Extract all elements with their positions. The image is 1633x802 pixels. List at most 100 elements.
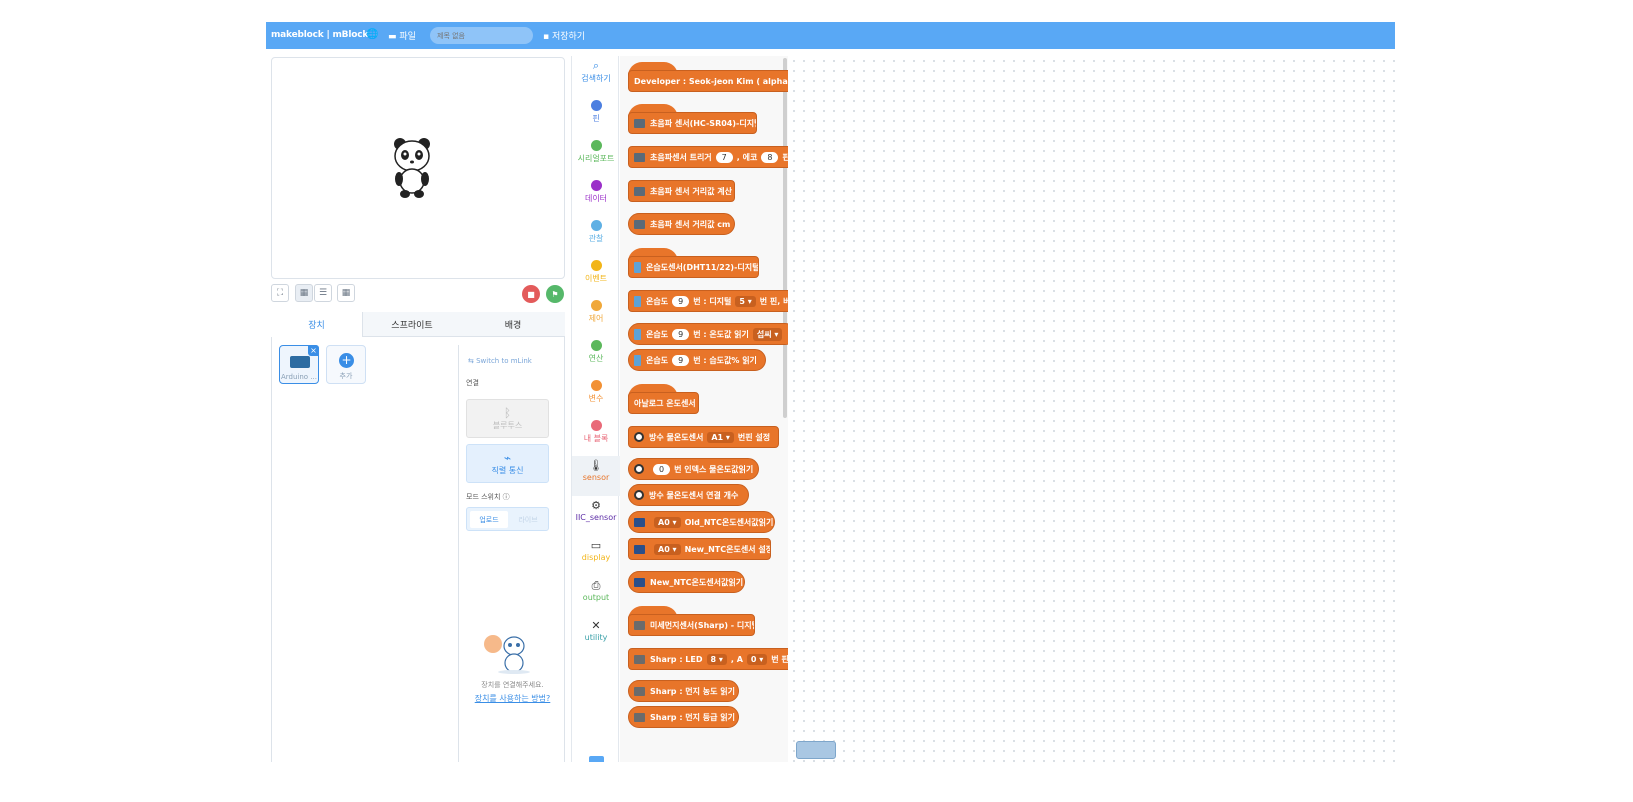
block-developer-info[interactable]: Developer : Seok-jeon Kim ( alphaco@kaka… xyxy=(628,70,788,92)
category-events[interactable]: 이벤트 xyxy=(572,256,620,296)
upload-mode-option[interactable]: 업로드 xyxy=(470,511,508,528)
echo-pin-input[interactable]: 8 xyxy=(761,151,779,163)
bluetooth-icon: ᛒ xyxy=(503,406,512,420)
pin-dropdown[interactable]: A1 ▾ xyxy=(707,431,734,443)
led-pin-dropdown[interactable]: 8 ▾ xyxy=(706,653,727,665)
editor-tabs: 장치 스프라이트 배경 xyxy=(271,312,565,337)
tab-background[interactable]: 배경 xyxy=(461,312,565,337)
connect-section-label: 연결 xyxy=(466,379,479,387)
serial-connect-button[interactable]: ⌁ 직렬 통신 xyxy=(466,444,549,483)
category-utility[interactable]: ✕ utility xyxy=(572,616,620,656)
analog-pin-dropdown[interactable]: 0 ▾ xyxy=(746,653,768,665)
bluetooth-button[interactable]: ᛒ 블루투스 xyxy=(466,399,549,438)
device-card-arduino[interactable]: × Arduino ... xyxy=(279,345,319,384)
block-ultrasonic-distance-cm[interactable]: 초음파 센서 거리값 cm xyxy=(628,213,735,235)
block-sharp-density[interactable]: Sharp : 먼지 농도 읽기 xyxy=(628,680,739,702)
block-ultrasonic-header[interactable]: 초음파 센서(HC-SR04)-디지털 xyxy=(628,112,757,134)
script-workspace[interactable] xyxy=(789,56,1395,762)
arduino-board-icon xyxy=(796,741,836,759)
block-ultrasonic-set-pins[interactable]: 초음파센서 트리거7, 에코8핀 설 xyxy=(628,146,788,168)
mode-switch[interactable]: 업로드 라이브 xyxy=(466,507,549,531)
small-stage-icon[interactable]: ▦ xyxy=(337,284,355,302)
block-sharp-set[interactable]: Sharp : LED8 ▾, A0 ▾번 핀으로 xyxy=(628,648,788,670)
tab-sprite[interactable]: 스프라이트 xyxy=(363,312,461,337)
close-icon[interactable]: × xyxy=(308,345,319,356)
category-display[interactable]: ▭ display xyxy=(572,536,620,576)
ntc-pin-dropdown[interactable]: A0 ▾ xyxy=(654,543,681,555)
dht-index-input[interactable]: 9 xyxy=(672,328,690,340)
app-logo: makeblock | mBlock xyxy=(271,30,369,40)
block-dht-set[interactable]: 온습도 9 번 : 디지털 5 ▾ 번 핀, 버 xyxy=(628,290,788,312)
tools-icon: ✕ xyxy=(591,619,601,632)
trigger-pin-input[interactable]: 7 xyxy=(715,151,733,163)
block-category-bar: ⌕ 검색하기 핀 시리얼포트 데이터 관찰 이벤트 제어 연산 변수 내 블록 … xyxy=(571,56,620,762)
block-sharp-grade[interactable]: Sharp : 먼지 등급 읽기 xyxy=(628,706,739,728)
file-menu[interactable]: ▬ 파일 xyxy=(388,29,416,42)
block-dust-sensor-header[interactable]: 미세먼지센서(Sharp) - 디지털 xyxy=(628,614,755,636)
block-dht-read-temp[interactable]: 온습도 9 번 : 온도값 읽기 섭씨 ▾ xyxy=(628,323,788,345)
save-button[interactable]: ▪ 저장하기 xyxy=(543,29,585,42)
category-output[interactable]: ⎙ output xyxy=(572,576,620,616)
category-operators[interactable]: 연산 xyxy=(572,336,620,376)
ntc-sensor-icon xyxy=(634,517,645,527)
search-icon: ⌕ xyxy=(592,59,600,72)
temp-unit-dropdown[interactable]: 섭씨 ▾ xyxy=(752,327,783,341)
dht-index-input[interactable]: 9 xyxy=(672,295,690,307)
connect-hint-text: 장치를 연결해주세요. xyxy=(481,681,544,689)
switch-to-mlink-link[interactable]: ⇆ Switch to mLink xyxy=(468,357,532,365)
category-serial[interactable]: 시리얼포트 xyxy=(572,136,620,176)
category-dot xyxy=(590,260,602,271)
category-dot xyxy=(590,380,602,391)
how-to-use-device-link[interactable]: 장치를 사용하는 방법? xyxy=(459,693,566,704)
palette-scrollbar[interactable] xyxy=(783,58,787,418)
usb-icon: ⌁ xyxy=(503,451,512,465)
block-new-ntc-read[interactable]: New_NTC온도센서값읽기 xyxy=(628,571,745,593)
globe-icon[interactable]: 🌐 xyxy=(366,29,378,40)
ntc-pin-dropdown[interactable]: A0 ▾ xyxy=(654,516,681,528)
folder-icon: ▬ xyxy=(388,32,400,42)
project-title-input[interactable] xyxy=(430,27,533,44)
add-extension-button[interactable] xyxy=(589,756,604,762)
block-waterproof-set-pin[interactable]: 방수 물온도센서 A1 ▾ 번핀 설정 xyxy=(628,426,779,448)
block-dht-header[interactable]: 온습도센서(DHT11/22)-디지털 xyxy=(628,256,759,278)
category-my-blocks[interactable]: 내 블록 xyxy=(572,416,620,456)
block-new-ntc-set[interactable]: A0 ▾ New_NTC온도센서 설정 xyxy=(628,538,771,560)
category-search[interactable]: ⌕ 검색하기 xyxy=(572,56,620,96)
gear-icon: ⚙ xyxy=(591,499,601,512)
category-variables[interactable]: 변수 xyxy=(572,376,620,416)
ultrasonic-sensor-icon xyxy=(634,152,645,162)
dht-index-input[interactable]: 9 xyxy=(672,354,690,366)
block-waterproof-read-index[interactable]: 0번 인덱스 물온도값읽기 xyxy=(628,458,759,480)
fullscreen-icon[interactable]: ⛶ xyxy=(271,284,289,302)
tab-device[interactable]: 장치 xyxy=(271,312,363,337)
dht-pin-dropdown[interactable]: 5 ▾ xyxy=(735,295,756,307)
block-old-ntc-read[interactable]: A0 ▾ Old_NTC온도센서값읽기 xyxy=(628,511,775,533)
plus-icon: + xyxy=(339,353,354,368)
live-mode-option[interactable]: 라이브 xyxy=(509,511,547,528)
block-analog-temp-header[interactable]: 아날로그 온도센서 xyxy=(628,392,699,414)
category-dot xyxy=(590,100,602,111)
category-sensor[interactable]: 🌡 sensor xyxy=(572,456,620,496)
large-stage-icon[interactable]: ▦ xyxy=(295,284,313,302)
block-waterproof-count[interactable]: 방수 물온도센서 연결 개수 xyxy=(628,484,749,506)
category-sensing[interactable]: 관찰 xyxy=(572,216,620,256)
list-view-icon[interactable]: ☰ xyxy=(314,284,332,302)
save-icon: ▪ xyxy=(543,32,552,42)
green-flag-icon[interactable]: ⚑ xyxy=(546,285,564,303)
stage-canvas[interactable] xyxy=(271,57,565,279)
dht-sensor-icon xyxy=(634,354,641,366)
stop-icon[interactable]: ■ xyxy=(522,285,540,303)
category-pin[interactable]: 핀 xyxy=(572,96,620,136)
category-control[interactable]: 제어 xyxy=(572,296,620,336)
temperature-probe-icon xyxy=(634,432,644,442)
add-label: 추가 xyxy=(339,372,353,380)
block-palette: Developer : Seok-jeon Kim ( alphaco@kaka… xyxy=(620,56,788,762)
mblock-app: makeblock | mBlock 🌐 ▬ 파일 ▪ 저장하기 ⛶ ▦ ☰ ▦… xyxy=(266,22,1395,762)
category-iic-sensor[interactable]: ⚙ IIC_sensor xyxy=(572,496,620,536)
index-input[interactable]: 0 xyxy=(653,463,671,475)
panda-sprite[interactable] xyxy=(390,136,434,200)
block-ultrasonic-calc[interactable]: 초음파 센서 거리값 계산 xyxy=(628,180,735,202)
block-dht-read-humidity[interactable]: 온습도 9 번 : 습도값% 읽기 xyxy=(628,349,766,371)
category-data[interactable]: 데이터 xyxy=(572,176,620,216)
add-device-button[interactable]: + 추가 xyxy=(326,345,366,384)
